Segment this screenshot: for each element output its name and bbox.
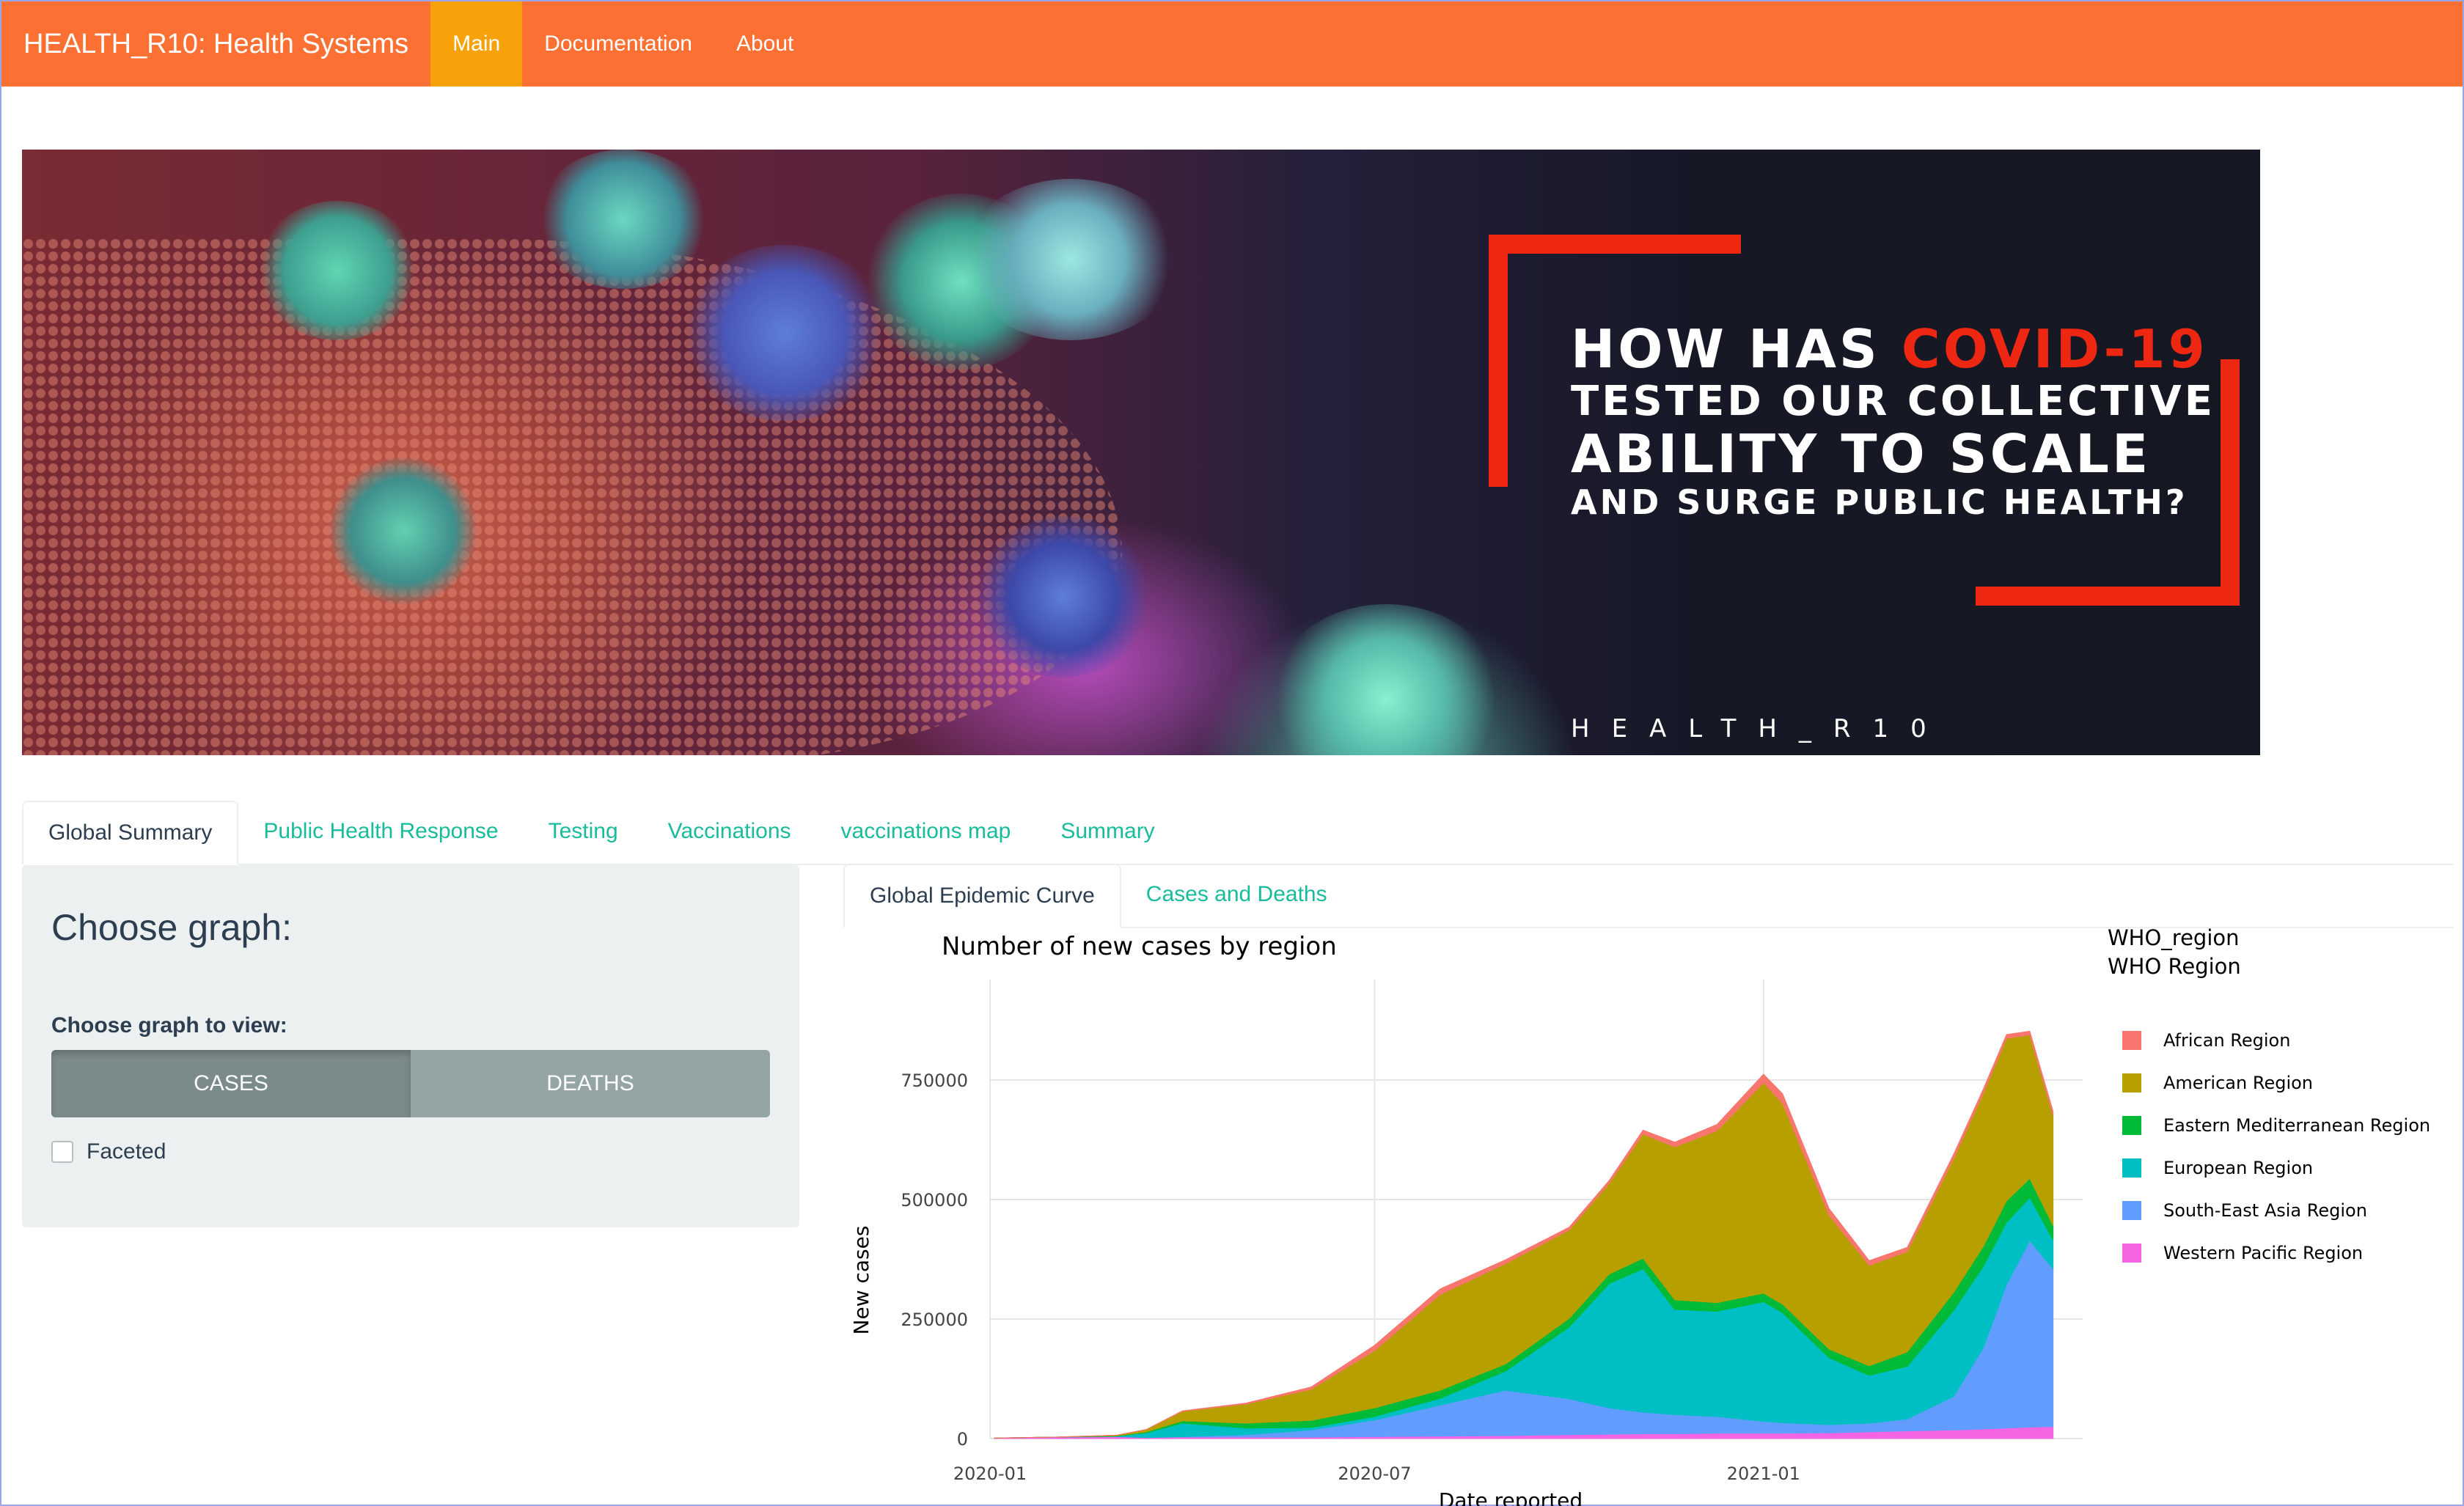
deaths-button[interactable]: DEATHS [411,1050,770,1117]
hero-banner: HOW HAS COVID-19 TESTED OUR COLLECTIVE A… [22,150,2260,755]
nav-item-documentation[interactable]: Documentation [522,1,714,87]
legend-swatch [2122,1158,2141,1178]
banner-line4: AND SURGE PUBLIC HEALTH? [1571,482,2188,522]
tab-public-health-response[interactable]: Public Health Response [238,801,523,864]
chart-subtabs: Global Epidemic Curve Cases and Deaths [843,864,2454,928]
banner-spike-protein [330,458,477,604]
tab-global-epidemic-curve[interactable]: Global Epidemic Curve [843,864,1121,928]
chart-svg: Number of new cases by region 0 250000 500… [849,928,2430,1506]
legend-swatch [2122,1244,2141,1263]
banner-line1: HOW HAS [1571,318,1902,380]
legend-swatch [2122,1116,2141,1135]
legend-label: South-East Asia Region [2163,1200,2367,1221]
tab-cases-and-deaths[interactable]: Cases and Deaths [1121,864,1352,927]
navbar: HEALTH_R10: Health Systems Main Document… [1,1,2463,87]
chart-title: Number of new cases by region [942,932,1337,961]
banner-headline: HOW HAS COVID-19 TESTED OUR COLLECTIVE A… [1571,320,2216,521]
app-brand[interactable]: HEALTH_R10: Health Systems [1,1,430,87]
x-tick-label: 2020-07 [1338,1463,1411,1484]
legend-swatch [2122,1073,2141,1092]
banner-spike-protein [975,516,1151,677]
chart-areas [994,1030,2054,1439]
faceted-label[interactable]: Faceted [87,1139,166,1164]
legend-label: African Region [2163,1030,2290,1051]
legend-label: European Region [2163,1158,2313,1178]
legend-label: Western Pacific Region [2163,1243,2363,1263]
sidebar-title: Choose graph: [51,907,293,948]
tab-vaccinations[interactable]: Vaccinations [643,801,816,864]
banner-spike-protein [257,201,418,340]
banner-line3: ABILITY TO SCALE [1571,423,2152,485]
tab-testing[interactable]: Testing [524,801,643,864]
legend-title-line2: WHO Region [2108,954,2241,979]
y-tick-label: 750000 [901,1070,968,1091]
legend-title-line1: WHO_region [2108,928,2240,950]
banner-spike-protein [682,245,887,421]
legend-label: American Region [2163,1073,2313,1093]
cases-button[interactable]: CASES [51,1050,411,1117]
chart-legend: African Region American Region Eastern Med… [2122,1030,2430,1263]
x-tick-label: 2021-01 [1727,1463,1800,1484]
y-tick-label: 0 [957,1429,968,1450]
faceted-option: Faceted [51,1139,166,1164]
banner-subtitle: HEALTH_R10 [1571,714,1948,743]
banner-line1-accent: COVID-19 [1901,318,2208,380]
sidebar-panel: Choose graph: Choose graph to view: CASE… [22,865,799,1227]
tab-vaccinations-map[interactable]: vaccinations map [816,801,1036,864]
banner-line2: TESTED OUR COLLECTIVE [1571,377,2215,425]
x-tick-label: 2020-01 [953,1463,1027,1484]
banner-spike-protein [961,179,1181,340]
banner-spike-protein [535,150,711,289]
tab-global-summary[interactable]: Global Summary [22,801,239,865]
nav-item-about[interactable]: About [714,1,815,87]
legend-swatch [2122,1031,2141,1050]
epidemic-curve-chart: Number of new cases by region 0 250000 500… [843,928,2457,1506]
faceted-checkbox[interactable] [51,1141,73,1163]
legend-label: Eastern Mediterranean Region [2163,1115,2430,1136]
legend-swatch [2122,1201,2141,1220]
y-axis-label: New cases [849,1226,873,1335]
y-tick-label: 250000 [901,1310,968,1330]
tab-summary[interactable]: Summary [1035,801,1179,864]
graph-choice-label: Choose graph to view: [51,1013,287,1037]
y-tick-label: 500000 [901,1190,968,1211]
banner-spike-protein [1269,604,1503,755]
main-tabs: Global Summary Public Health Response Te… [22,801,2454,865]
graph-toggle-group: CASES DEATHS [51,1050,770,1117]
x-axis-label: Date reported [1439,1488,1583,1506]
nav-item-main[interactable]: Main [430,1,523,87]
